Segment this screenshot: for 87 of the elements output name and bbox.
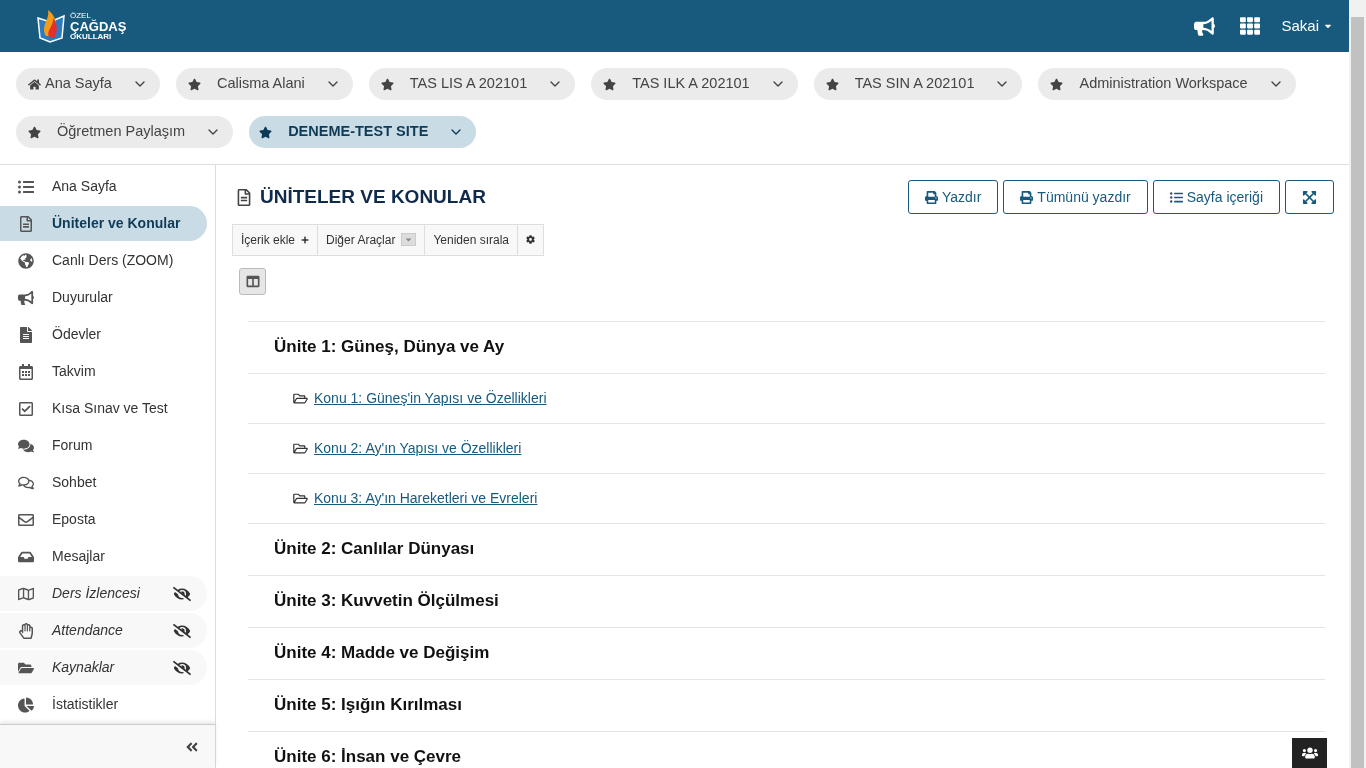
sidebar-item[interactable]: Üniteler ve Konular	[0, 206, 207, 241]
star-icon	[1050, 77, 1064, 91]
globe-icon	[18, 252, 34, 269]
sidebar-item[interactable]: Ders İzlencesi	[0, 576, 207, 611]
unit-title[interactable]: Ünite 5: Işığın Kırılması	[274, 692, 462, 718]
document-icon	[18, 215, 34, 232]
site-tab[interactable]: TAS ILK A 202101	[591, 68, 798, 100]
document-icon	[236, 188, 252, 206]
sidebar-item[interactable]: Sohbet	[0, 465, 207, 500]
unit-title[interactable]: Ünite 4: Madde ve Değişim	[274, 640, 490, 666]
hand-icon	[18, 622, 34, 639]
list-icon	[18, 178, 34, 195]
toolbar-button[interactable]: Sayfa içeriği	[1152, 180, 1280, 214]
star-icon	[187, 77, 201, 91]
sidebar-item[interactable]: Kısa Sınav ve Test	[0, 391, 207, 426]
sidebar-item[interactable]: Kaynaklar	[0, 650, 207, 685]
site-tab[interactable]: Calisma Alani	[175, 68, 353, 100]
folder-icon	[293, 441, 308, 455]
unit-title[interactable]: Ünite 6: İnsan ve Çevre	[274, 744, 462, 768]
document-icon	[18, 326, 34, 343]
star-icon	[259, 125, 273, 139]
star-icon	[28, 125, 41, 139]
topic-link[interactable]: Konu 1: Güneş'in Yapısı ve Özellikleri	[314, 387, 547, 409]
home-icon	[28, 77, 41, 91]
settings-icon	[526, 235, 535, 244]
chat-bubbles-icon	[18, 474, 34, 491]
toolbar-button[interactable]: Yeniden sırala	[424, 224, 517, 255]
eye-slash-icon	[173, 659, 191, 676]
toolbar-button[interactable]: Tümünü yazdır	[1003, 180, 1148, 214]
dropdown-icon	[401, 233, 417, 246]
book-flame-icon	[36, 8, 66, 44]
expand-icon	[1302, 189, 1317, 205]
plus-icon	[301, 235, 310, 244]
printer-icon	[1020, 190, 1034, 204]
folder-icon	[293, 391, 308, 405]
logo-prefix: ÖZEL	[70, 11, 91, 20]
folder-icon	[293, 491, 308, 505]
site-tab[interactable]: DENEME-TEST SITE	[249, 116, 477, 148]
star-icon	[603, 77, 617, 91]
megaphone-icon	[18, 289, 34, 306]
calendar-icon	[18, 363, 34, 380]
sidebar-item[interactable]: Duyurular	[0, 280, 207, 315]
sidebar-item[interactable]: İstatistikler	[0, 687, 207, 722]
sidebar-item[interactable]: Mesajlar	[0, 539, 207, 574]
sidebar-item[interactable]: Ödevler	[0, 317, 207, 352]
layout-toggle-button[interactable]	[239, 267, 266, 295]
toolbar-button[interactable]: Yazdır	[907, 180, 999, 214]
site-tab[interactable]: Administration Workspace	[1038, 68, 1296, 100]
toolbar-button[interactable]	[1285, 180, 1334, 214]
map-icon	[18, 585, 34, 602]
unit-title[interactable]: Ünite 2: Canlılar Dünyası	[274, 536, 475, 562]
page-title: ÜNİTELER VE KONULAR	[232, 181, 908, 212]
star-icon	[380, 77, 394, 91]
site-tab[interactable]: TAS LIS A 202101	[368, 68, 576, 100]
toolbar-button[interactable]: Diğer Araçlar	[317, 224, 425, 255]
envelope-icon	[18, 511, 34, 528]
school-logo[interactable]: ÖZEL ÇAĞDAŞ OKULLARI	[36, 8, 127, 44]
users-icon	[1301, 746, 1318, 760]
list-icon	[1169, 190, 1183, 204]
scrollbar[interactable]	[1349, 0, 1366, 768]
unit-title[interactable]: Ünite 1: Güneş, Dünya ve Ay	[274, 334, 505, 360]
topic-link[interactable]: Konu 2: Ay'ın Yapısı ve Özellikleri	[314, 437, 522, 459]
star-icon	[825, 77, 839, 91]
sidebar-item[interactable]: Attendance	[0, 613, 207, 648]
site-tab[interactable]: TAS SIN A 202101	[813, 68, 1023, 100]
pie-chart-icon	[18, 696, 34, 713]
sidebar-item[interactable]: Eposta	[0, 502, 207, 537]
sidebar-item[interactable]: Ana Sayfa	[0, 169, 207, 204]
eye-slash-icon	[173, 622, 191, 639]
columns-icon	[245, 274, 260, 288]
site-tab[interactable]: Öğretmen Paylaşım	[16, 116, 234, 148]
chat-bubbles-icon	[18, 437, 34, 454]
apps-grid-icon[interactable]	[1239, 16, 1262, 36]
sidebar-item[interactable]: Canlı Ders (ZOOM)	[0, 243, 207, 278]
sidebar-item[interactable]: Takvim	[0, 354, 207, 389]
topic-link[interactable]: Konu 3: Ay'ın Hareketleri ve Evreleri	[314, 487, 538, 509]
megaphone-icon[interactable]	[1194, 16, 1216, 36]
user-menu[interactable]: Sakai	[1281, 14, 1333, 38]
eye-slash-icon	[173, 585, 191, 602]
toolbar-button[interactable]: İçerik ekle	[233, 224, 318, 255]
checkbox-icon	[18, 400, 34, 417]
participants-button[interactable]	[1292, 738, 1327, 768]
logo-name: ÇAĞDAŞ	[70, 19, 127, 33]
printer-icon	[924, 190, 938, 204]
unit-title[interactable]: Ünite 3: Kuvvetin Ölçülmesi	[274, 588, 499, 614]
site-tab[interactable]: Ana Sayfa	[16, 68, 160, 100]
sidebar-item[interactable]: Forum	[0, 428, 207, 463]
